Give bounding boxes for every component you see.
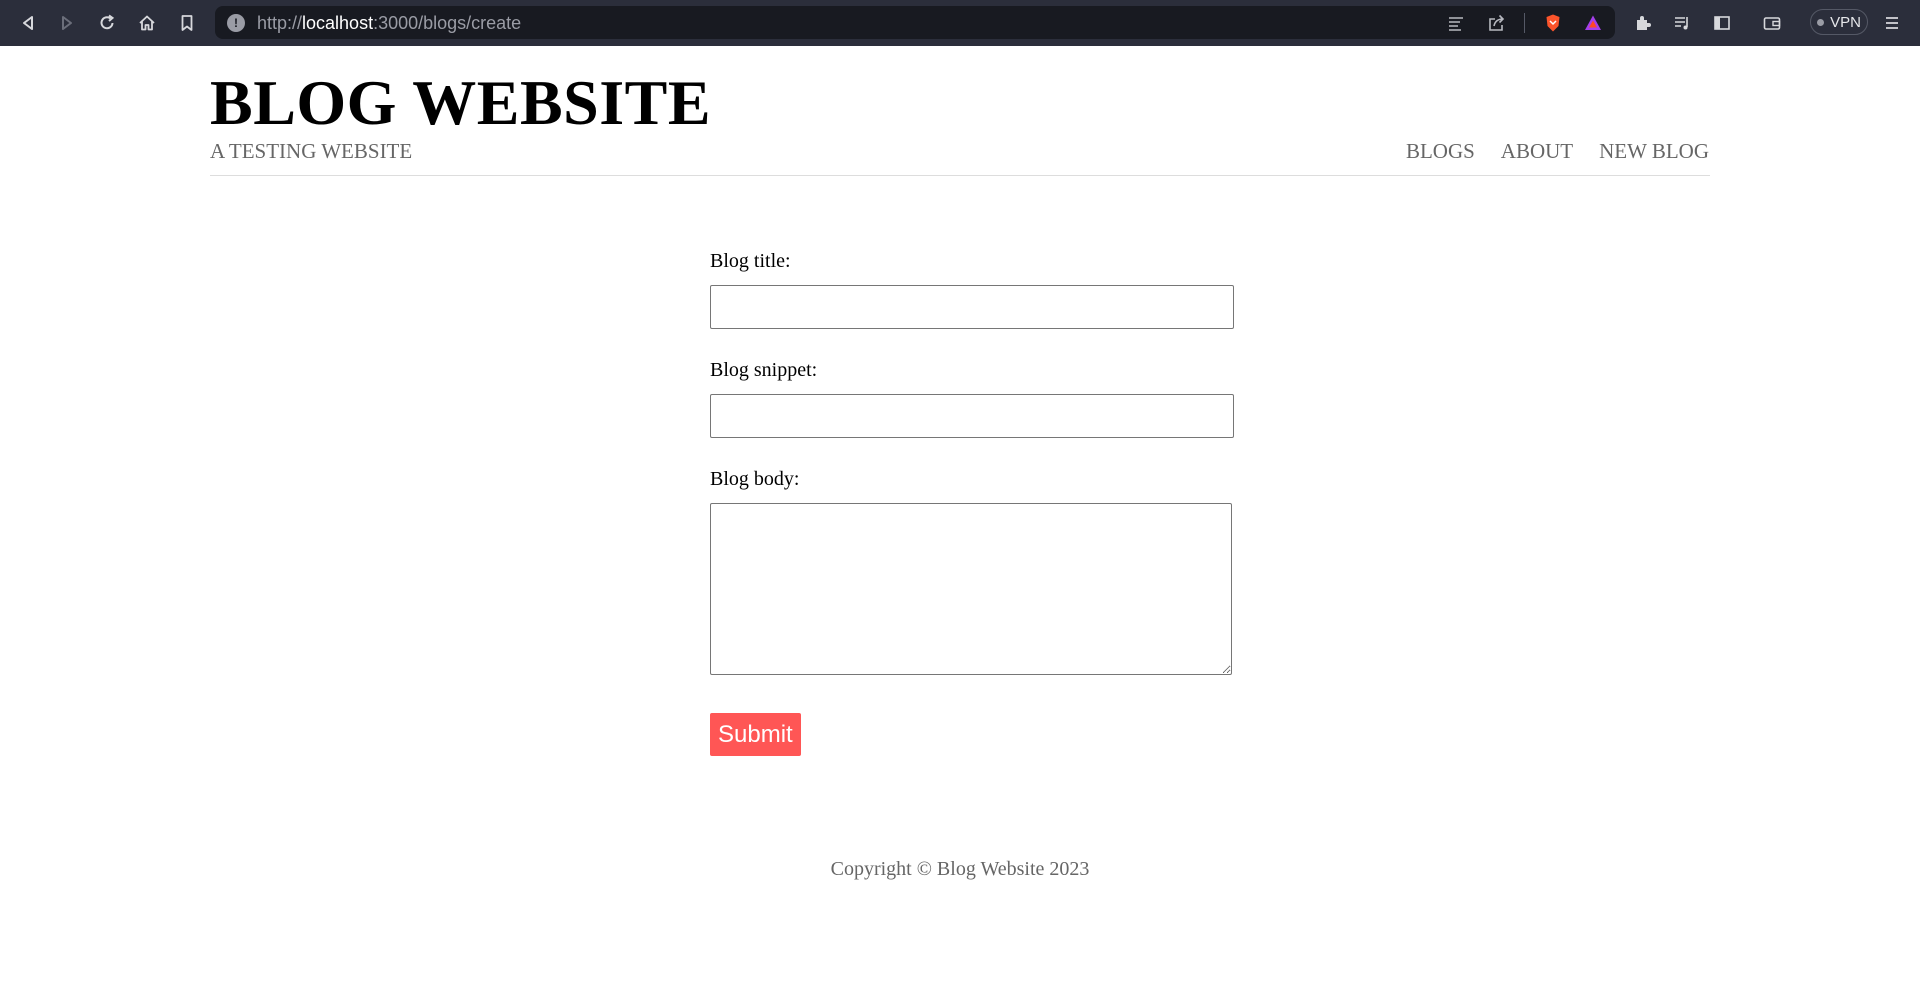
vpn-button[interactable]: VPN <box>1810 9 1868 35</box>
nav-link-blogs[interactable]: BLOGS <box>1406 139 1475 164</box>
toolbar-divider <box>1524 13 1525 33</box>
vpn-label: VPN <box>1830 13 1861 31</box>
site-title: BLOG WEBSITE <box>210 67 712 138</box>
footer-copyright: Copyright © Blog Website 2023 <box>830 858 1090 880</box>
playlist-icon[interactable] <box>1670 11 1694 35</box>
address-bar[interactable]: ! http://localhost:3000/blogs/create <box>215 6 1615 39</box>
header-divider <box>210 175 1710 176</box>
nav-link-about[interactable]: ABOUT <box>1501 139 1573 164</box>
blog-title-label: Blog title: <box>710 250 791 272</box>
url-text: http://localhost:3000/blogs/create <box>257 13 522 33</box>
vpn-status-dot <box>1817 18 1825 26</box>
wallet-icon[interactable] <box>1760 11 1784 35</box>
blog-title-input[interactable] <box>710 285 1234 329</box>
forward-icon[interactable] <box>55 11 79 35</box>
brave-rewards-icon[interactable] <box>1581 11 1605 35</box>
extensions-icon[interactable] <box>1631 11 1655 35</box>
share-icon[interactable] <box>1484 11 1508 35</box>
reload-icon[interactable] <box>95 11 119 35</box>
sidebar-icon[interactable] <box>1710 11 1734 35</box>
submit-button[interactable]: Submit <box>710 713 801 756</box>
back-icon[interactable] <box>16 11 40 35</box>
menu-icon[interactable] <box>1880 11 1904 35</box>
blog-body-label: Blog body: <box>710 468 800 490</box>
home-icon[interactable] <box>135 11 159 35</box>
main-nav: BLOGS ABOUT NEW BLOG <box>1406 139 1709 164</box>
create-blog-form: Blog title: Blog snippet: Blog body: Sub… <box>710 250 1240 756</box>
site-subtitle: A TESTING WEBSITE <box>210 139 413 163</box>
site-info-icon[interactable]: ! <box>227 14 245 32</box>
brave-shields-icon[interactable] <box>1541 11 1565 35</box>
nav-link-new-blog[interactable]: NEW BLOG <box>1599 139 1709 164</box>
blog-snippet-input[interactable] <box>710 394 1234 438</box>
browser-toolbar: ! http://localhost:3000/blogs/create VPN <box>0 0 1920 46</box>
bookmark-icon[interactable] <box>175 11 199 35</box>
blog-snippet-label: Blog snippet: <box>710 359 818 381</box>
blog-body-textarea[interactable] <box>710 503 1232 675</box>
reader-mode-icon[interactable] <box>1444 11 1468 35</box>
